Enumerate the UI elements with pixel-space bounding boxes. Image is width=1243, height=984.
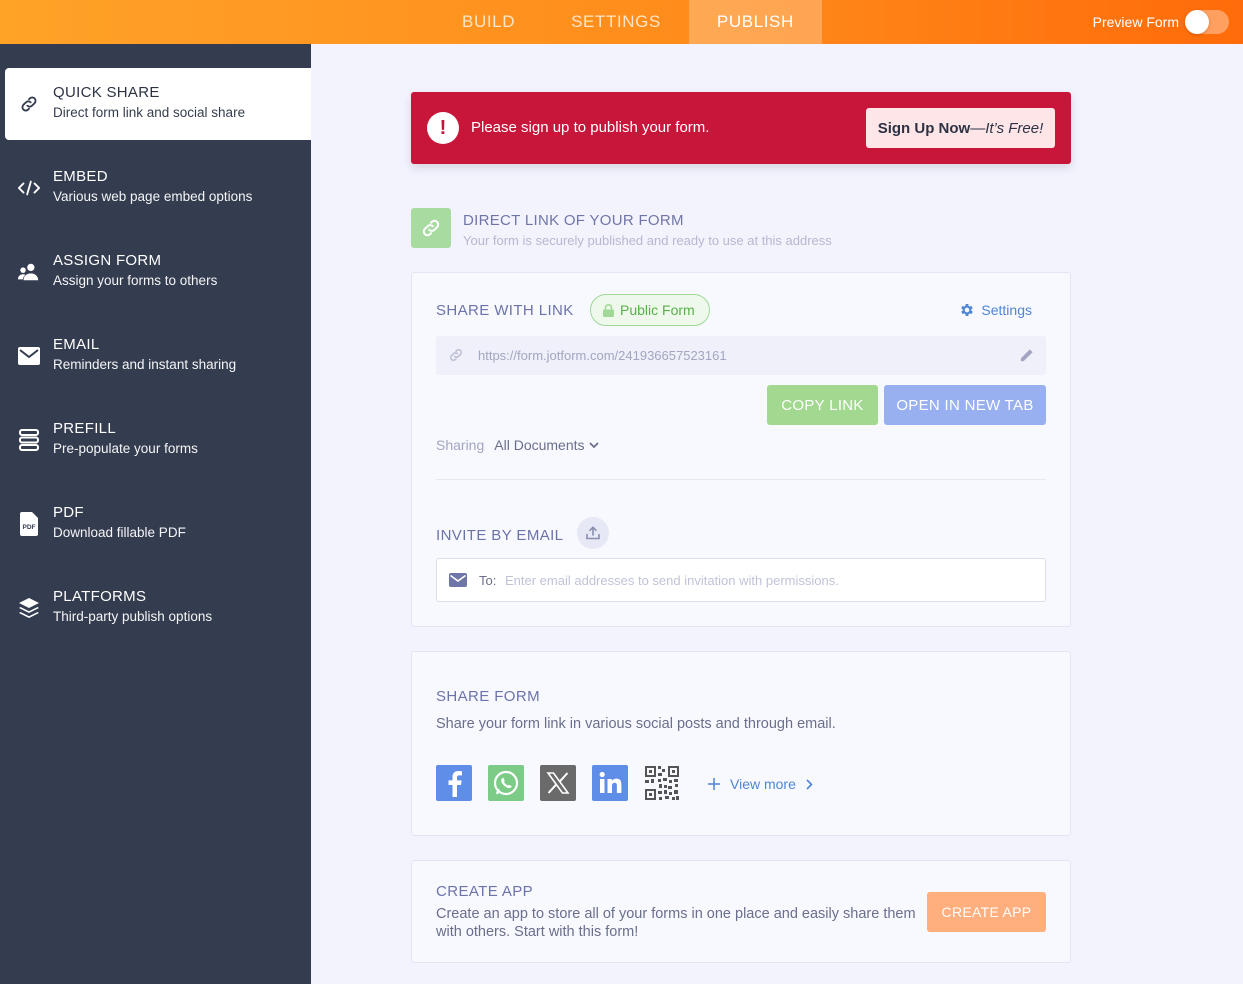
qr-code-icon[interactable] <box>644 765 680 801</box>
section-divider <box>436 479 1046 480</box>
preview-form-toggle[interactable] <box>1185 10 1229 34</box>
share-form-description: Share your form link in various social p… <box>436 716 836 732</box>
chevron-right-icon <box>806 778 813 790</box>
direct-link-title: DIRECT LINK OF YOUR FORM <box>463 212 684 229</box>
code-icon <box>17 176 41 200</box>
sidebar-item-title: ASSIGN FORM <box>53 252 162 269</box>
share-form-card: SHARE FORM Share your form link in vario… <box>411 651 1071 836</box>
linkedin-icon[interactable] <box>592 765 628 801</box>
sidebar-item-desc: Download fillable PDF <box>53 525 186 540</box>
sharing-selector: Sharing All Documents <box>436 437 599 453</box>
pdf-icon: PDF <box>17 512 41 536</box>
preview-form-control: Preview Form <box>1093 0 1229 44</box>
tab-settings[interactable]: SETTINGS <box>543 0 689 44</box>
open-in-new-tab-button[interactable]: OPEN IN NEW TAB <box>884 385 1046 425</box>
facebook-icon[interactable] <box>436 765 472 801</box>
whatsapp-icon[interactable] <box>488 765 524 801</box>
link-icon <box>450 349 462 361</box>
sidebar-item-title: EMAIL <box>53 336 100 353</box>
sidebar-item-title: QUICK SHARE <box>53 84 160 101</box>
pencil-icon[interactable] <box>1019 348 1034 363</box>
public-form-badge[interactable]: Public Form <box>590 294 710 326</box>
alert-message: Please sign up to publish your form. <box>471 119 710 136</box>
link-settings-button[interactable]: Settings <box>959 302 1032 318</box>
users-icon <box>17 260 41 284</box>
x-icon[interactable] <box>540 765 576 801</box>
create-app-button[interactable]: CREATE APP <box>927 892 1046 932</box>
view-more-share-options[interactable]: View more <box>708 776 813 792</box>
toggle-knob <box>1185 10 1209 34</box>
sidebar-item-title: PDF <box>53 504 84 521</box>
sidebar-item-desc: Third-party publish options <box>53 609 213 624</box>
sign-up-now-button[interactable]: Sign Up Now —It’s Free! <box>866 108 1055 148</box>
sidebar-item-email[interactable]: EMAIL Reminders and instant sharing <box>5 320 311 392</box>
link-icon <box>17 92 41 116</box>
upload-icon <box>586 526 600 540</box>
sidebar-item-desc: Direct form link and social share <box>53 105 246 120</box>
chevron-down-icon <box>588 441 599 448</box>
sidebar-item-quick-share[interactable]: QUICK SHARE Direct form link and social … <box>5 68 311 140</box>
sidebar-item-desc: Reminders and instant sharing <box>53 357 237 372</box>
create-app-card: CREATE APP Create an app to store all of… <box>411 860 1071 963</box>
sidebar-item-platforms[interactable]: PLATFORMS Third-party publish options <box>5 572 311 644</box>
sign-up-strong-text: Sign Up Now <box>877 119 971 137</box>
layers-icon <box>17 596 41 620</box>
exclamation-icon: ! <box>427 112 459 144</box>
publish-sidebar: QUICK SHARE Direct form link and social … <box>0 44 311 984</box>
settings-link-label: Settings <box>981 302 1032 318</box>
sidebar-item-assign-form[interactable]: ASSIGN FORM Assign your forms to others <box>5 236 311 308</box>
form-url-field[interactable]: https://form.jotform.com/241936657523161 <box>436 336 1046 375</box>
form-url-text: https://form.jotform.com/241936657523161 <box>478 348 727 363</box>
lock-icon <box>603 303 614 317</box>
builder-tabs: BUILD SETTINGS PUBLISH <box>434 0 822 44</box>
copy-link-button[interactable]: COPY LINK <box>767 385 878 425</box>
sign-up-free-text: —It’s Free! <box>970 119 1044 137</box>
sidebar-item-desc: Assign your forms to others <box>53 273 218 288</box>
preview-form-label: Preview Form <box>1092 14 1179 30</box>
tab-build[interactable]: BUILD <box>434 0 543 44</box>
public-form-badge-label: Public Form <box>620 302 695 318</box>
gear-icon <box>961 304 974 316</box>
sharing-label: Sharing <box>436 437 485 453</box>
create-app-description: Create an app to store all of your forms… <box>436 906 916 940</box>
envelope-icon <box>17 344 41 368</box>
sharing-dropdown[interactable]: All Documents <box>494 437 599 453</box>
sidebar-item-title: PLATFORMS <box>53 588 147 605</box>
direct-link-icon <box>411 208 451 248</box>
upload-contacts-button[interactable] <box>577 517 609 549</box>
sidebar-item-prefill[interactable]: PREFILL Pre-populate your forms <box>5 404 311 476</box>
invite-email-field[interactable]: To: <box>436 558 1046 602</box>
sidebar-item-title: PREFILL <box>53 420 116 437</box>
sidebar-item-desc: Various web page embed options <box>53 189 253 204</box>
signup-alert-banner: ! Please sign up to publish your form. S… <box>411 92 1071 164</box>
sidebar-item-title: EMBED <box>53 168 108 185</box>
view-more-label: View more <box>730 776 796 792</box>
sharing-value: All Documents <box>494 437 585 453</box>
sidebar-item-pdf[interactable]: PDF PDF Download fillable PDF <box>5 488 311 560</box>
invite-by-email-label: INVITE BY EMAIL <box>436 527 564 544</box>
to-label: To: <box>479 573 497 588</box>
svg-text:PDF: PDF <box>23 524 36 531</box>
sidebar-item-embed[interactable]: EMBED Various web page embed options <box>5 152 311 224</box>
share-with-link-card: SHARE WITH LINK Public Form Settings htt… <box>411 272 1071 627</box>
direct-link-subtitle: Your form is securely published and read… <box>463 233 832 248</box>
envelope-icon <box>449 573 467 587</box>
plus-icon <box>708 778 720 790</box>
top-navigation-bar: BUILD SETTINGS PUBLISH Preview Form <box>0 0 1243 44</box>
create-app-title: CREATE APP <box>436 883 534 900</box>
sidebar-item-desc: Pre-populate your forms <box>53 441 198 456</box>
share-form-title: SHARE FORM <box>436 688 541 705</box>
tab-publish[interactable]: PUBLISH <box>688 0 822 44</box>
share-with-link-label: SHARE WITH LINK <box>436 302 574 319</box>
email-addresses-input[interactable] <box>505 569 1025 591</box>
database-icon <box>17 428 41 452</box>
